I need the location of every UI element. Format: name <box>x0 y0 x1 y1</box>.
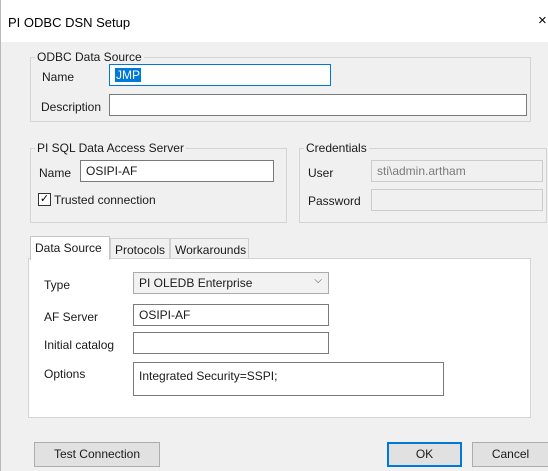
credentials-legend: Credentials <box>306 141 367 155</box>
type-select[interactable]: PI OLEDB Enterprise ⌵ <box>133 272 329 294</box>
description-input[interactable] <box>109 94 527 116</box>
initial-catalog-input[interactable] <box>133 332 329 354</box>
trusted-connection-label[interactable]: Trusted connection <box>54 193 156 207</box>
description-label: Description <box>41 100 102 114</box>
close-icon[interactable]: × <box>538 12 547 29</box>
odbc-name-value: JMP <box>115 68 141 82</box>
server-name-label: Name <box>39 166 72 180</box>
odbc-name-label: Name <box>42 70 75 84</box>
cancel-button[interactable]: Cancel <box>472 442 548 467</box>
pi-sql-server-legend: PI SQL Data Access Server <box>37 141 184 155</box>
type-select-value: PI OLEDB Enterprise <box>139 276 253 290</box>
password-label: Password <box>308 194 361 208</box>
dialog-window: PI ODBC DSN Setup × ODBC Data Source Nam… <box>0 0 548 471</box>
title-bar[interactable]: PI ODBC DSN Setup × <box>1 0 548 42</box>
user-label: User <box>308 166 334 180</box>
initial-catalog-label: Initial catalog <box>44 338 115 352</box>
af-server-input[interactable]: OSIPI-AF <box>133 304 329 326</box>
server-name-input[interactable]: OSIPI-AF <box>80 160 274 182</box>
options-label: Options <box>44 367 86 381</box>
window-title: PI ODBC DSN Setup <box>8 15 131 30</box>
type-label: Type <box>44 278 71 292</box>
tab-protocols[interactable]: Protocols <box>110 238 170 260</box>
odbc-name-input[interactable]: JMP <box>109 64 331 86</box>
password-input[interactable] <box>371 189 543 211</box>
user-input[interactable]: sti\admin.artham <box>371 160 543 182</box>
ok-button[interactable]: OK <box>387 442 462 467</box>
options-textarea[interactable]: Integrated Security=SSPI; <box>133 362 444 396</box>
odbc-data-source-legend: ODBC Data Source <box>37 50 142 64</box>
trusted-connection-checkbox[interactable]: ✓ <box>38 193 51 206</box>
chevron-down-icon[interactable]: ⌵ <box>314 275 322 286</box>
tab-data-source[interactable]: Data Source <box>30 236 110 260</box>
af-server-label: AF Server <box>44 310 99 324</box>
tab-workarounds[interactable]: Workarounds <box>170 238 249 260</box>
pi-sql-server-group: PI SQL Data Access Server <box>30 141 287 223</box>
test-connection-button[interactable]: Test Connection <box>34 442 160 467</box>
